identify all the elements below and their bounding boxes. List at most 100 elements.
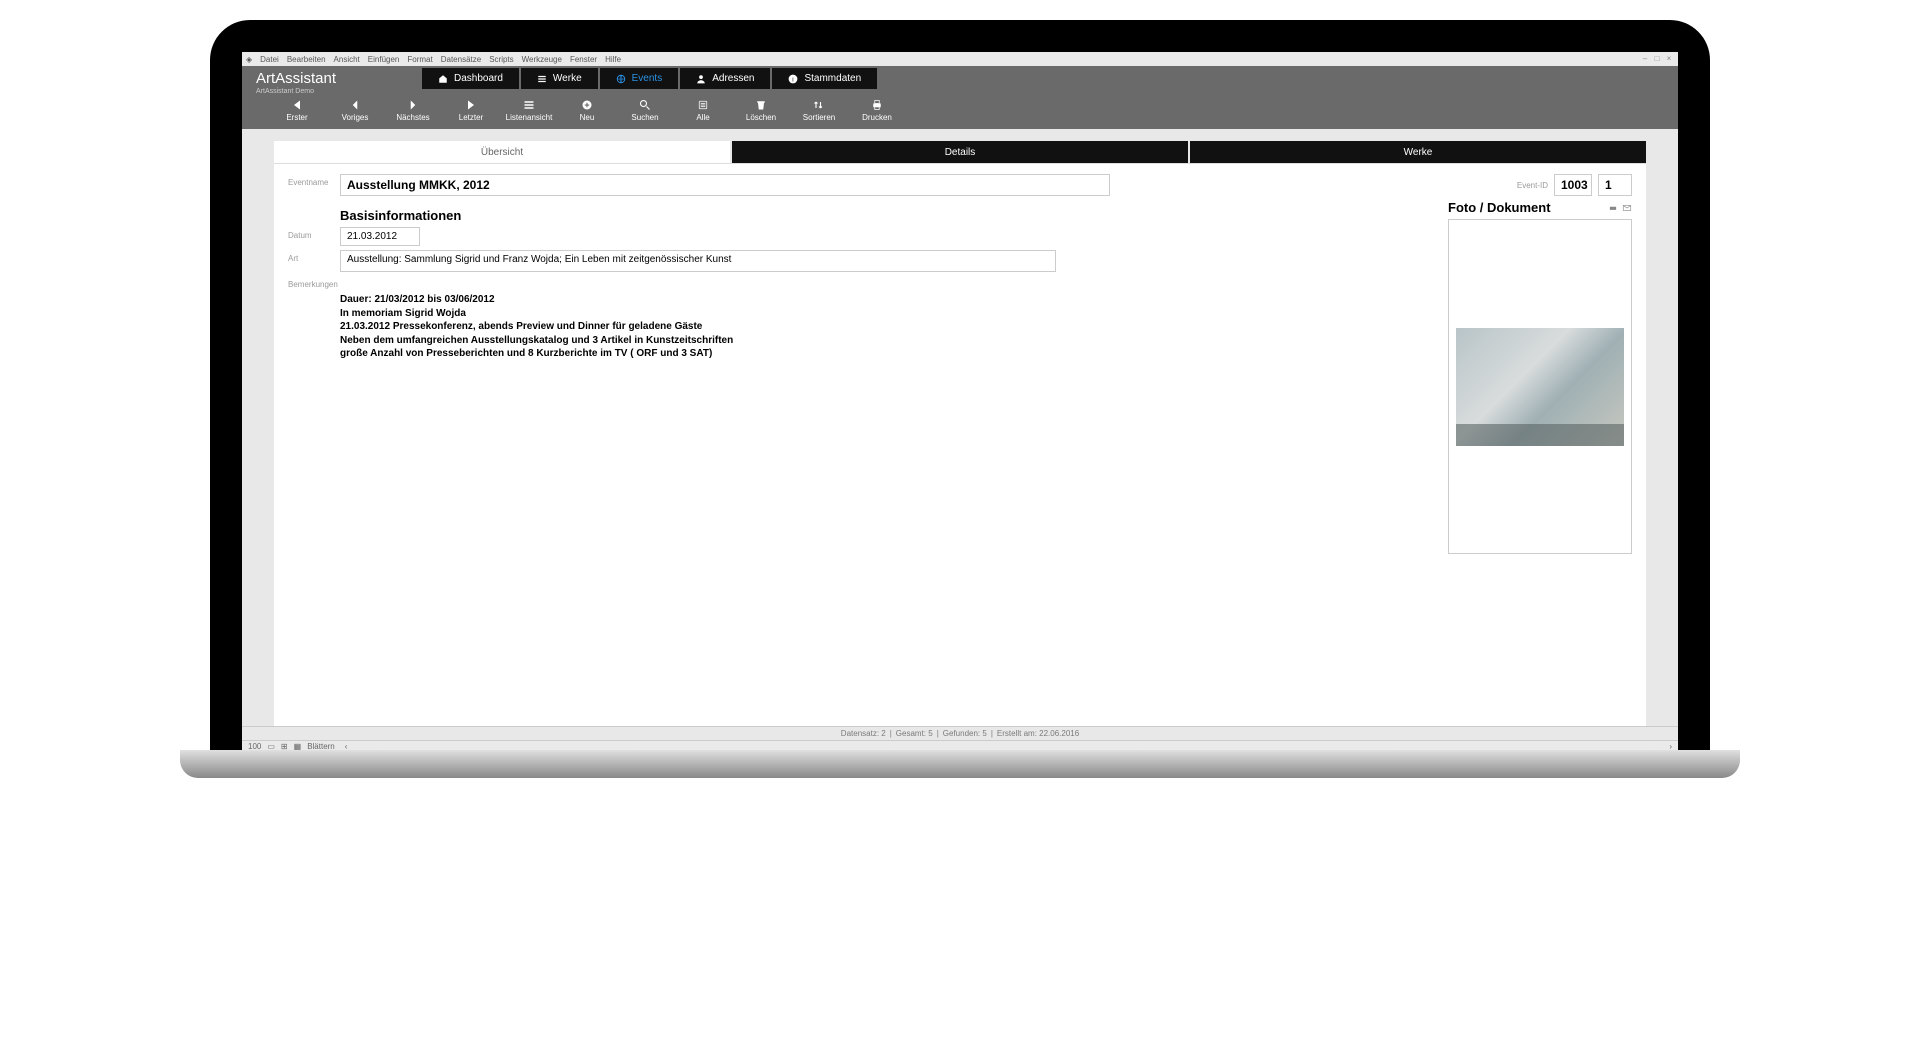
tool-sort[interactable]: Sortieren	[790, 91, 848, 129]
status-gesamt: Gesamt: 5	[896, 729, 933, 738]
info-icon: i	[788, 74, 798, 84]
list-icon	[537, 74, 547, 84]
status-gefunden: Gefunden: 5	[943, 729, 987, 738]
bem-line: Dauer: 21/03/2012 bis 03/06/2012	[340, 293, 1436, 307]
menu-fenster[interactable]: Fenster	[570, 55, 597, 64]
section-basis: Basisinformationen	[340, 208, 1436, 223]
bem-line: 21.03.2012 Pressekonferenz, abends Previ…	[340, 320, 1436, 334]
photo-box[interactable]	[1448, 219, 1632, 554]
tool-search[interactable]: Suchen	[616, 91, 674, 129]
tool-delete-label: Löschen	[746, 113, 776, 122]
tool-print[interactable]: Drucken	[848, 91, 906, 129]
input-eventid[interactable]: 1003	[1554, 174, 1592, 196]
nav-events-label: Events	[632, 73, 663, 84]
nav-dashboard[interactable]: Dashboard	[422, 68, 519, 89]
bem-line: große Anzahl von Presseberichten und 8 K…	[340, 347, 1436, 361]
tool-prev-label: Voriges	[342, 113, 369, 122]
search-icon	[639, 99, 651, 111]
input-eventid2[interactable]: 1	[1598, 174, 1632, 196]
chevron-left-icon	[349, 99, 361, 111]
menu-ansicht[interactable]: Ansicht	[334, 55, 360, 64]
home-icon	[438, 74, 448, 84]
print-small-icon[interactable]	[1608, 203, 1618, 213]
sort-icon	[813, 99, 825, 111]
listview-icon	[523, 99, 535, 111]
arrow-first-icon	[291, 99, 303, 111]
input-eventname[interactable]: Ausstellung MMKK, 2012	[340, 174, 1110, 196]
bemerkungen-text[interactable]: Dauer: 21/03/2012 bis 03/06/2012 In memo…	[340, 293, 1436, 361]
nav-adressen[interactable]: Adressen	[680, 68, 770, 89]
app-icon: ◈	[246, 55, 252, 64]
mail-icon[interactable]	[1622, 203, 1632, 213]
tool-first-label: Erster	[286, 113, 307, 122]
tool-all-label: Alle	[696, 113, 709, 122]
tool-print-label: Drucken	[862, 113, 892, 122]
stack-icon	[697, 99, 709, 111]
menubar: ◈ Datei Bearbeiten Ansicht Einfügen Form…	[242, 52, 1678, 66]
menu-datei[interactable]: Datei	[260, 55, 279, 64]
nav-dashboard-label: Dashboard	[454, 73, 503, 84]
tool-listview[interactable]: Listenansicht	[500, 91, 558, 129]
label-bemerkungen: Bemerkungen	[288, 276, 340, 289]
tool-all[interactable]: Alle	[674, 91, 732, 129]
chevron-right-icon	[407, 99, 419, 111]
label-datum: Datum	[288, 227, 340, 240]
tool-new-label: Neu	[580, 113, 595, 122]
tool-prev[interactable]: Voriges	[326, 91, 384, 129]
section-foto: Foto / Dokument	[1448, 200, 1551, 215]
menu-einfuegen[interactable]: Einfügen	[368, 55, 400, 64]
tab-uebersicht[interactable]: Übersicht	[274, 141, 730, 163]
tool-sort-label: Sortieren	[803, 113, 835, 122]
tool-search-label: Suchen	[631, 113, 658, 122]
tab-werke[interactable]: Werke	[1190, 141, 1646, 163]
arrow-last-icon	[465, 99, 477, 111]
menu-hilfe[interactable]: Hilfe	[605, 55, 621, 64]
statusbar: Datensatz: 2| Gesamt: 5| Gefunden: 5| Er…	[242, 726, 1678, 740]
tab-details[interactable]: Details	[732, 141, 1188, 163]
tabs: Übersicht Details Werke	[274, 141, 1646, 163]
bem-line: Neben dem umfangreichen Ausstellungskata…	[340, 334, 1436, 348]
menu-datensaetze[interactable]: Datensätze	[441, 55, 481, 64]
brand-name: ArtAssistant	[242, 70, 422, 87]
plus-circle-icon	[581, 99, 593, 111]
label-art: Art	[288, 250, 340, 263]
nav-events[interactable]: Events	[600, 68, 679, 89]
label-eventname: Eventname	[288, 174, 340, 187]
toolbar: Erster Voriges Nächstes Letzter Listenan…	[242, 91, 1678, 129]
brand-sub: ArtAssistant Demo	[256, 88, 314, 95]
bem-line: In memoriam Sigrid Wojda	[340, 307, 1436, 321]
tool-first[interactable]: Erster	[268, 91, 326, 129]
event-photo	[1456, 328, 1624, 446]
window-maximize-icon[interactable]: □	[1652, 54, 1662, 64]
menu-scripts[interactable]: Scripts	[489, 55, 513, 64]
window-minimize-icon[interactable]: –	[1640, 54, 1650, 64]
nav-werke-label: Werke	[553, 73, 582, 84]
status-erstellt: Erstellt am: 22.06.2016	[997, 729, 1079, 738]
form-area: Eventname Ausstellung MMKK, 2012 Event-I…	[274, 163, 1646, 726]
nav-stammdaten[interactable]: i Stammdaten	[772, 68, 877, 89]
window-close-icon[interactable]: ×	[1664, 54, 1674, 64]
user-icon	[696, 74, 706, 84]
tool-next-label: Nächstes	[396, 113, 429, 122]
nav-stammdaten-label: Stammdaten	[804, 73, 861, 84]
topbar: ArtAssistant ArtAssistant Demo Dashboard…	[242, 66, 1678, 91]
menu-format[interactable]: Format	[407, 55, 432, 64]
tool-new[interactable]: Neu	[558, 91, 616, 129]
status-datensatz: Datensatz: 2	[841, 729, 886, 738]
nav-adressen-label: Adressen	[712, 73, 754, 84]
input-datum[interactable]: 21.03.2012	[340, 227, 420, 246]
menu-werkzeuge[interactable]: Werkzeuge	[522, 55, 562, 64]
tool-next[interactable]: Nächstes	[384, 91, 442, 129]
menu-bearbeiten[interactable]: Bearbeiten	[287, 55, 326, 64]
globe-icon	[616, 74, 626, 84]
tool-listview-label: Listenansicht	[506, 113, 553, 122]
trash-icon	[755, 99, 767, 111]
input-art[interactable]: Ausstellung: Sammlung Sigrid und Franz W…	[340, 250, 1056, 272]
tool-delete[interactable]: Löschen	[732, 91, 790, 129]
nav-werke[interactable]: Werke	[521, 68, 598, 89]
print-icon	[871, 99, 883, 111]
label-eventid: Event-ID	[1517, 181, 1548, 190]
svg-text:i: i	[793, 76, 794, 83]
tool-last[interactable]: Letzter	[442, 91, 500, 129]
tool-last-label: Letzter	[459, 113, 483, 122]
